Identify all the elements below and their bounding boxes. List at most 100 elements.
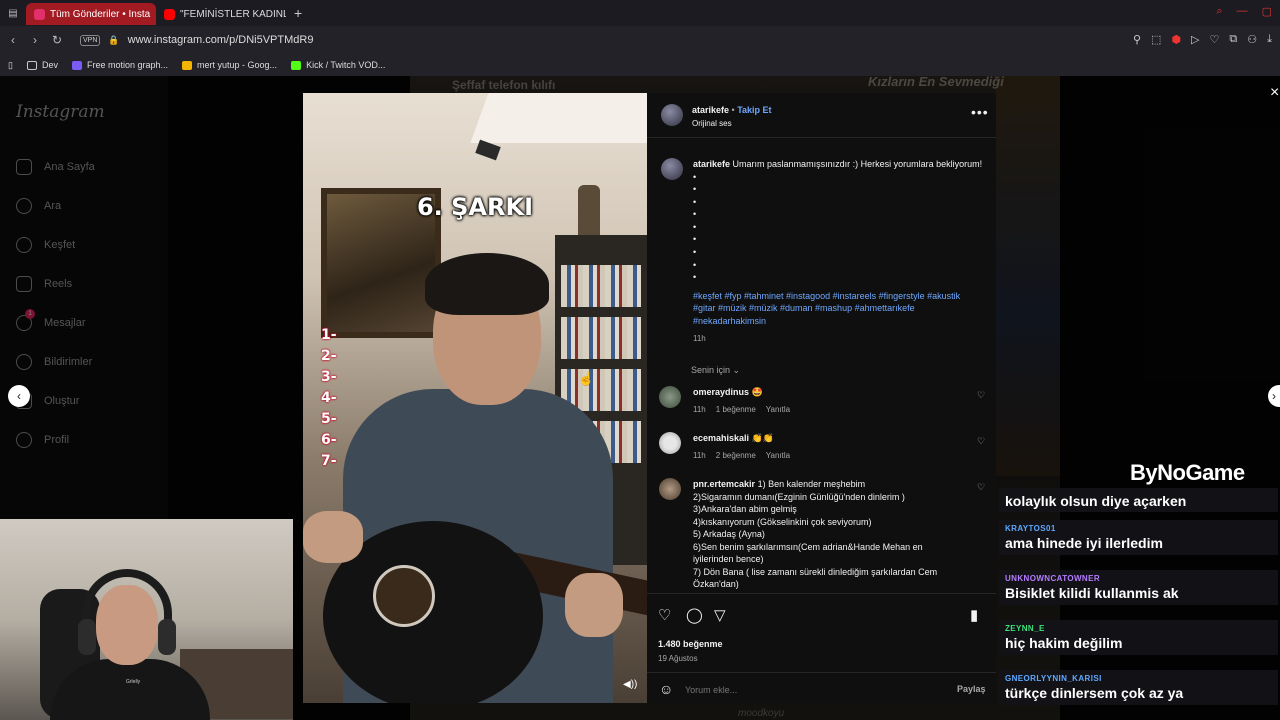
bookmarks-file-icon[interactable]: ▯ [8, 60, 13, 71]
chat-text: hiç hakim değilim [1005, 635, 1123, 651]
avatar[interactable] [661, 104, 683, 126]
search-icon[interactable]: ⌕ [1216, 5, 1222, 18]
reel-video[interactable]: 6. ŞARKI 1- 2- 3- 4- 5- 6- 7- ◀︎)) [303, 93, 647, 703]
caption-dot: • [693, 196, 697, 207]
share-send-icon[interactable]: ▽ [714, 606, 726, 624]
maximize-icon[interactable]: ▢ [1262, 5, 1272, 18]
shield-icon[interactable]: ⬢ [1171, 33, 1181, 46]
url-field[interactable]: www.instagram.com/p/DNi5VPTMdR9 [128, 34, 314, 46]
hashtags[interactable]: #keşfet #fyp #tahminet #instagood #insta… [693, 290, 983, 328]
bookmark-motion[interactable]: Free motion graph... [71, 60, 169, 70]
vpn-badge[interactable]: VPN [80, 34, 101, 46]
account-icon[interactable]: ⚇ [1247, 33, 1257, 46]
follow-button[interactable]: Takip Et [737, 105, 771, 115]
video-person [425, 253, 549, 315]
video-overlay-title: 6. ŞARKI [416, 193, 534, 221]
caption-dot: • [693, 171, 697, 182]
comment-like-icon[interactable]: ♡ [977, 482, 985, 493]
chevron-down-icon: ⌄ [732, 365, 741, 375]
download-icon[interactable]: ⤓ [1267, 33, 1272, 46]
screenshot-icon[interactable]: ⬚ [1151, 33, 1161, 46]
list-item: 5- [321, 411, 337, 427]
comment-username[interactable]: pnr.ertemcakir [693, 479, 755, 489]
webcam-overlay: Grlelly [0, 519, 293, 720]
sort-label: Senin için [691, 365, 731, 375]
comment-likes[interactable]: 1 beğenme [716, 405, 756, 414]
comment-likes[interactable]: 2 beğenme [716, 451, 756, 460]
comment-meta: 11h 1 beğenme Yanıtla [693, 404, 953, 417]
more-options-icon[interactable]: ••• [971, 104, 989, 120]
caption-dot: • [693, 272, 697, 283]
video-person [303, 511, 363, 563]
caption-dot: • [693, 184, 697, 195]
chat-message: UNKNOWNCATOWNER Bisiklet kilidi kullanmi… [999, 570, 1278, 605]
avatar[interactable] [659, 478, 681, 500]
close-icon[interactable]: × [1270, 84, 1279, 102]
comment-bubble-icon[interactable]: ◯ [686, 606, 703, 624]
forward-icon[interactable]: › [26, 33, 44, 47]
caption-dot: • [693, 209, 697, 220]
window-controls: ⌕ — ▢ [1216, 5, 1272, 18]
extensions-icon[interactable]: ⧉ [1229, 33, 1237, 46]
tab-instagram[interactable]: Tüm Gönderiler • Insta [26, 3, 156, 25]
comment-username[interactable]: omeraydinus [693, 387, 749, 397]
avatar[interactable] [661, 158, 683, 180]
caption-dot: • [693, 234, 697, 245]
bookmark-icon[interactable]: ▮ [970, 606, 978, 624]
comment-body: omeraydinus 🤩 11h 1 beğenme Yanıtla [693, 386, 953, 416]
username[interactable]: atarikefe [692, 105, 729, 115]
minimize-icon[interactable]: — [1237, 5, 1248, 18]
lock-icon[interactable]: 🔒 [108, 35, 119, 46]
reply-button[interactable]: Yanıtla [766, 451, 790, 460]
bookmark-kick[interactable]: Kick / Twitch VOD... [291, 60, 385, 70]
like-count[interactable]: 1.480 beğenme [658, 639, 723, 649]
bookshelf-row [561, 317, 641, 359]
instagram-favicon-icon [34, 8, 45, 20]
bookmark-label: Free motion graph... [86, 60, 169, 70]
comment-sort-dropdown[interactable]: Senin için ⌄ [691, 365, 740, 376]
tab-label: "FEMİNİSTLER KADINLAR [180, 8, 286, 20]
post-comment-button[interactable]: Paylaş [957, 684, 986, 694]
avatar[interactable] [659, 386, 681, 408]
bookmark-google[interactable]: mert yutup - Goog... [182, 60, 277, 70]
post-caption: atarikefe Umarım paslanmamışsınızdır :) … [693, 158, 983, 346]
emoji-icon[interactable]: ☺ [659, 681, 673, 697]
tab-youtube[interactable]: "FEMİNİSTLER KADINLAR [156, 3, 286, 25]
pin-icon[interactable]: ⚲ [1133, 33, 1141, 46]
new-tab-button[interactable]: + [286, 5, 310, 21]
chat-text: türkçe dinlersem çok az ya [1005, 685, 1184, 701]
comment-username[interactable]: ecemahiskali [693, 433, 749, 443]
audio-label[interactable]: Orijinal ses [692, 119, 732, 128]
comment-like-icon[interactable]: ♡ [977, 436, 985, 447]
window-menu-icon[interactable]: ▤ [0, 8, 26, 19]
previous-post-button[interactable]: ‹ [8, 385, 30, 407]
bookmark-favicon-icon [71, 60, 82, 70]
chat-message: KRAYTOS01 ama hinede iyi ilerledim [999, 520, 1278, 555]
bookmark-label: Kick / Twitch VOD... [306, 60, 386, 70]
logo-brand: NoGame [1157, 460, 1245, 485]
like-heart-icon[interactable]: ♡ [658, 606, 671, 624]
comment-like-icon[interactable]: ♡ [977, 390, 985, 401]
comment-input[interactable] [685, 685, 905, 695]
chat-message: ZEYNN_E hiç hakim değilim [999, 620, 1278, 655]
separator: • [731, 105, 735, 115]
chat-text: Bisiklet kilidi kullanmis ak [1005, 585, 1179, 601]
caption-username[interactable]: atarikefe [693, 159, 730, 169]
bookmark-label: mert yutup - Goog... [197, 60, 278, 70]
reload-icon[interactable]: ↻ [48, 33, 66, 47]
headphones-icon [158, 619, 176, 655]
chat-message: GNEORLYYNIN_KARISI türkçe dinlersem çok … [999, 670, 1278, 705]
bookmark-dev[interactable]: Dev [26, 60, 58, 70]
caption-time: 11h [693, 334, 706, 344]
favorites-heart-icon[interactable]: ♡ [1210, 33, 1220, 46]
drive-icon [182, 60, 193, 70]
avatar[interactable] [659, 432, 681, 454]
play-icon[interactable]: ▷ [1191, 33, 1199, 46]
reply-button[interactable]: Yanıtla [766, 405, 790, 414]
list-item: 3- [321, 369, 337, 385]
address-bar: ‹ › ↻ VPN 🔒 www.instagram.com/p/DNi5VPTM… [0, 26, 1280, 54]
back-icon[interactable]: ‹ [4, 33, 22, 47]
caption-text: Umarım paslanmamışsınızdır :) Herkesi yo… [732, 159, 983, 169]
volume-icon[interactable]: ◀︎)) [623, 679, 637, 690]
kick-icon [291, 60, 302, 70]
